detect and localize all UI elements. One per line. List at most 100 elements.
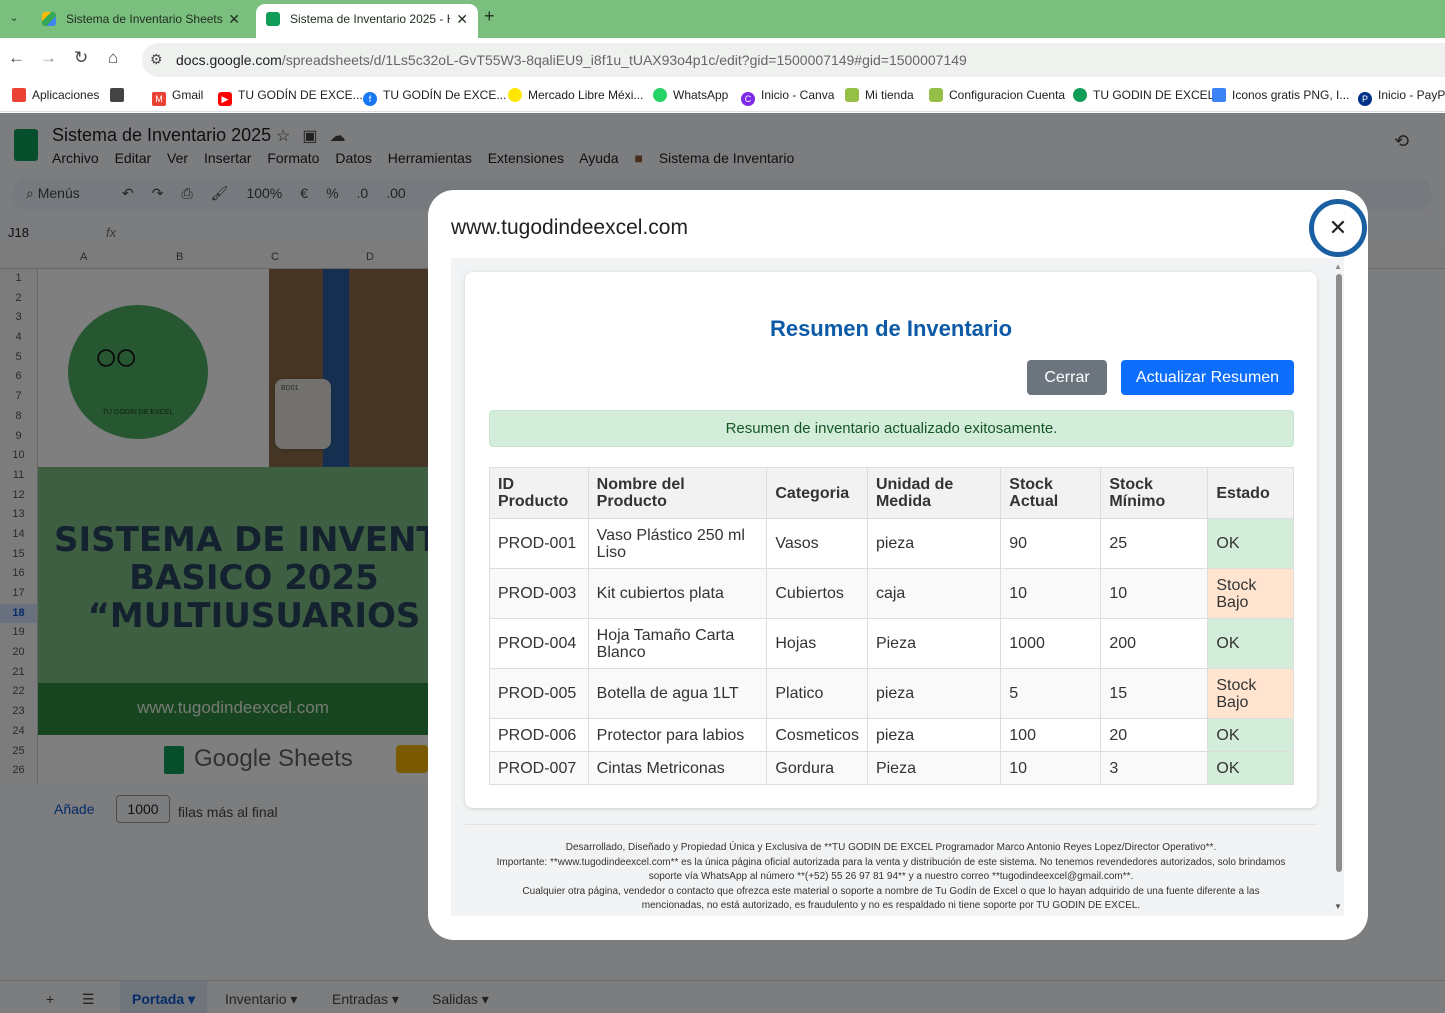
table-row: PROD-004 Hoja Tamaño Carta Blanco Hojas … <box>489 618 1294 669</box>
table-row: PROD-007 Cintas Metriconas Gordura Pieza… <box>489 751 1294 785</box>
bookmark-gmail[interactable]: M Gmail <box>152 88 203 106</box>
dialog-title: www.tugodindeexcel.com <box>451 216 688 239</box>
address-bar[interactable]: ⚙ docs.google.com/spreadsheets/d/1Ls5c32… <box>142 43 1445 77</box>
table-row: PROD-005 Botella de agua 1LT Platico pie… <box>489 668 1294 719</box>
table-header-row: ID Producto Nombre del Producto Categori… <box>489 467 1294 519</box>
dialog-scrollbar[interactable]: ▲ ▼ <box>1334 262 1344 912</box>
cell-id: PROD-001 <box>489 518 589 569</box>
bookmarks-bar: Aplicaciones M Gmail ▶ TU GODÍN DE EXCE...… <box>0 82 1445 112</box>
cell-nombre: Protector para labios <box>587 718 768 752</box>
dialog-close-button[interactable]: ✕ <box>1309 199 1367 257</box>
col-header-stock-minimo: Stock Mínimo <box>1100 467 1209 519</box>
cell-stock-actual: 100 <box>1000 718 1102 752</box>
url-text: docs.google.com/spreadsheets/d/1Ls5c32oL… <box>176 52 967 68</box>
legal-footer: Desarrollado, Diseñado y Propiedad Única… <box>465 824 1317 914</box>
browser-tab-inventario-2025[interactable]: Sistema de Inventario 2025 - Ho ✕ <box>256 4 478 38</box>
summary-heading: Resumen de Inventario <box>769 316 1013 341</box>
scroll-up-arrow-icon[interactable]: ▲ <box>1334 262 1342 271</box>
tab-close-icon[interactable]: ✕ <box>228 4 240 34</box>
cell-stock-minimo: 10 <box>1100 568 1209 619</box>
cerrar-button[interactable]: Cerrar <box>1027 360 1107 395</box>
col-header-unidad: Unidad de Medida <box>866 467 1002 519</box>
table-row: PROD-003 Kit cubiertos plata Cubiertos c… <box>489 568 1294 619</box>
cell-estado-ok: OK <box>1207 751 1294 785</box>
bookmark-whatsapp[interactable]: WhatsApp <box>653 88 728 102</box>
url-host: docs.google.com <box>176 52 282 68</box>
footer-line: Desarrollado, Diseñado y Propiedad Única… <box>565 842 1217 853</box>
tab-search-chevron-icon[interactable]: ⌄ <box>4 8 24 28</box>
site-info-icon[interactable]: ⚙ <box>150 51 163 68</box>
cell-categoria: Vasos <box>766 518 868 569</box>
url-path: /spreadsheets/d/1Ls5c32oL-GvT55W3-8qaliE… <box>281 52 967 68</box>
apps-grid-icon <box>12 88 26 102</box>
cell-categoria: Cosmeticos <box>766 718 868 752</box>
tab-title: Sistema de Inventario 2025 - Ho <box>290 12 450 26</box>
cell-stock-minimo: 3 <box>1100 751 1209 785</box>
bookmark-label: TU GODÍN DE EXCE... <box>238 88 363 102</box>
cell-stock-actual: 10 <box>1000 568 1102 619</box>
cell-nombre: Vaso Plástico 250 ml Liso <box>587 518 768 569</box>
shopify-icon <box>929 88 943 102</box>
scrollbar-thumb[interactable] <box>1336 274 1342 872</box>
bookmark-label: Inicio - Canva <box>761 88 835 102</box>
bookmark-canva[interactable]: C Inicio - Canva <box>741 88 834 106</box>
footer-line: soporte vía WhatsApp al número **(+52) 5… <box>648 871 1134 882</box>
cell-stock-actual: 90 <box>1000 518 1102 569</box>
cell-unidad: pieza <box>866 668 1002 719</box>
cell-nombre: Hoja Tamaño Carta Blanco <box>587 618 768 669</box>
grid-icon <box>110 88 124 102</box>
scroll-down-arrow-icon[interactable]: ▼ <box>1334 902 1342 911</box>
reload-icon[interactable]: ↻ <box>74 48 88 68</box>
cell-stock-minimo: 20 <box>1100 718 1209 752</box>
success-alert: Resumen de inventario actualizado exitos… <box>489 410 1294 447</box>
browser-tab-inventario-sheets[interactable]: Sistema de Inventario Sheets 20 ✕ <box>32 4 250 38</box>
table-row: PROD-006 Protector para labios Cosmetico… <box>489 718 1294 752</box>
cell-stock-actual: 1000 <box>1000 618 1102 669</box>
youtube-icon: ▶ <box>218 92 232 106</box>
cell-categoria: Cubiertos <box>766 568 868 619</box>
new-tab-button[interactable]: + <box>484 6 495 27</box>
cell-unidad: Pieza <box>866 751 1002 785</box>
bookmark-youtube[interactable]: ▶ TU GODÍN DE EXCE... <box>218 88 363 106</box>
table-row: PROD-001 Vaso Plástico 250 ml Liso Vasos… <box>489 518 1294 569</box>
cell-stock-actual: 10 <box>1000 751 1102 785</box>
bookmark-grid[interactable] <box>110 88 130 102</box>
cell-id: PROD-003 <box>489 568 589 619</box>
col-header-id: ID Producto <box>489 467 589 519</box>
canva-icon: C <box>741 92 755 106</box>
bookmark-mi-tienda[interactable]: Mi tienda <box>845 88 914 102</box>
bookmark-label: Mi tienda <box>865 88 914 102</box>
bookmark-paypal[interactable]: P Inicio - PayPal <box>1358 88 1445 106</box>
bookmark-tu-godin[interactable]: TU GODIN DE EXCEL <box>1073 88 1214 102</box>
shopify-icon <box>845 88 859 102</box>
whatsapp-icon <box>653 88 667 102</box>
cell-id: PROD-005 <box>489 668 589 719</box>
close-icon: ✕ <box>1328 215 1348 240</box>
tab-title: Sistema de Inventario Sheets 20 <box>66 12 226 26</box>
bookmark-aplicaciones[interactable]: Aplicaciones <box>12 88 99 102</box>
bookmark-iconos[interactable]: Iconos gratis PNG, I... <box>1212 88 1349 102</box>
back-arrow-icon[interactable]: ← <box>8 48 25 68</box>
bookmark-mercadolibre[interactable]: Mercado Libre Méxi... <box>508 88 643 102</box>
browser-toolbar: ← → ↻ ⌂ ⚙ docs.google.com/spreadsheets/d… <box>0 38 1445 82</box>
mercadolibre-icon <box>508 88 522 102</box>
drive-icon <box>42 12 56 26</box>
bookmark-label: Aplicaciones <box>32 88 100 102</box>
bookmark-label: Configuracion Cuenta <box>949 88 1066 102</box>
home-icon[interactable]: ⌂ <box>108 48 118 68</box>
col-header-nombre: Nombre del Producto <box>587 467 768 519</box>
actualizar-resumen-button[interactable]: Actualizar Resumen <box>1121 360 1294 395</box>
tab-close-icon[interactable]: ✕ <box>456 4 468 34</box>
footer-line: Cualquier otra página, vendedor o contac… <box>522 885 1260 897</box>
bookmark-label: Mercado Libre Méxi... <box>528 88 644 102</box>
cell-estado-stock-bajo: Stock Bajo <box>1207 568 1294 619</box>
col-header-categoria: Categoria <box>766 467 868 519</box>
bookmark-configuracion[interactable]: Configuracion Cuenta <box>929 88 1065 102</box>
cell-estado-stock-bajo: Stock Bajo <box>1207 668 1294 719</box>
cell-categoria: Platico <box>766 668 868 719</box>
footer-line: mencionadas, no está autorizado, es frau… <box>641 900 1141 911</box>
cell-estado-ok: OK <box>1207 718 1294 752</box>
bookmark-facebook[interactable]: f TU GODÍN De EXCE... <box>363 88 506 106</box>
cell-stock-actual: 5 <box>1000 668 1102 719</box>
forward-arrow-icon[interactable]: → <box>40 48 57 68</box>
